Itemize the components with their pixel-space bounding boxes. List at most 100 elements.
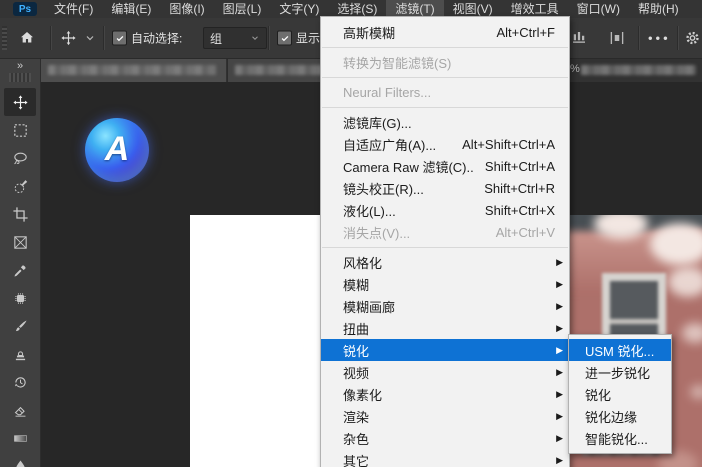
- eraser-tool[interactable]: [4, 396, 36, 424]
- menu-item-label: 液化(L)...: [343, 201, 473, 220]
- frame-tool-icon: [12, 234, 29, 251]
- menu-item-12: 消失点(V)... Alt+Ctrl+V: [321, 221, 569, 243]
- brush-tool[interactable]: [4, 312, 36, 340]
- filter-menu: 高斯模糊Alt+Ctrl+F转换为智能滤镜(S)Neural Filters..…: [320, 16, 570, 467]
- auto-select-target-dropdown[interactable]: 组: [203, 27, 267, 49]
- menubar-item-2[interactable]: 编辑(E): [102, 0, 160, 18]
- workspace-settings-button[interactable]: [684, 30, 701, 47]
- menu-item-label: 自适应广角(A)...: [343, 135, 450, 154]
- blur-tool-icon: [12, 458, 29, 467]
- blur-tool[interactable]: [4, 452, 36, 467]
- menu-item-label: 杂色: [343, 429, 548, 448]
- clone-stamp-tool-icon: [12, 346, 29, 363]
- eyedropper-tool[interactable]: [4, 256, 36, 284]
- submenu-arrow-icon: ▶: [556, 389, 563, 400]
- history-brush-tool[interactable]: [4, 368, 36, 396]
- quick-selection-tool[interactable]: [4, 172, 36, 200]
- menu-item-label: 模糊画廊: [343, 297, 548, 316]
- chevron-down-icon: [84, 32, 96, 44]
- menu-item-10[interactable]: 镜头校正(R)...Shift+Ctrl+R: [321, 177, 569, 199]
- menu-item-label: 风格化: [343, 253, 548, 272]
- lasso-tool[interactable]: [4, 144, 36, 172]
- brush-tool-icon: [12, 318, 29, 335]
- menu-separator: [322, 247, 568, 248]
- menu-item-16[interactable]: 模糊画廊 ▶: [321, 295, 569, 317]
- blossom: [668, 267, 702, 297]
- gradient-tool[interactable]: [4, 424, 36, 452]
- home-button[interactable]: [18, 29, 36, 47]
- zoom-percent-fragment: %: [570, 63, 580, 75]
- crop-tool[interactable]: [4, 200, 36, 228]
- tool-preset-move-button[interactable]: [60, 30, 77, 47]
- menu-separator: [322, 77, 568, 78]
- menu-item-label: 模糊: [343, 275, 548, 294]
- menubar-item-4[interactable]: 图层(L): [214, 0, 271, 18]
- clone-stamp-tool[interactable]: [4, 340, 36, 368]
- menu-item-3[interactable]: 锐化: [569, 383, 671, 405]
- menubar-item-10[interactable]: 窗口(W): [568, 0, 629, 18]
- menu-item-11[interactable]: 液化(L)...Shift+Ctrl+X: [321, 199, 569, 221]
- menu-item-4[interactable]: 锐化边缘: [569, 405, 671, 427]
- menu-item-label: 消失点(V)...: [343, 223, 484, 242]
- menu-separator: [322, 107, 568, 108]
- menu-item-21[interactable]: 渲染▶: [321, 405, 569, 427]
- separator: [268, 26, 270, 50]
- menu-item-label: USM 锐化...: [585, 341, 661, 360]
- menu-item-8[interactable]: 自适应广角(A)...Alt+Shift+Ctrl+A: [321, 133, 569, 155]
- menu-item-20[interactable]: 像素化▶: [321, 383, 569, 405]
- menubar-item-1[interactable]: 文件(F): [45, 0, 102, 18]
- spot-healing-brush-tool[interactable]: [4, 284, 36, 312]
- blossom: [650, 223, 702, 265]
- document-tab[interactable]: [227, 58, 331, 82]
- move-tool[interactable]: [4, 88, 36, 116]
- menu-item-shortcut: Alt+Ctrl+V: [496, 225, 555, 240]
- menu-item-label: 镜头校正(R)...: [343, 179, 472, 198]
- align-bottom-edges-button[interactable]: [570, 29, 588, 47]
- menu-item-15[interactable]: 模糊▶: [321, 273, 569, 295]
- sharpen-submenu: USM 锐化...进一步锐化锐化锐化边缘智能锐化...: [568, 334, 672, 454]
- menu-item-2[interactable]: 进一步锐化: [569, 361, 671, 383]
- eyedropper-tool-icon: [12, 262, 29, 279]
- more-options-button[interactable]: •••: [648, 31, 671, 46]
- distribute-horizontal-button[interactable]: [608, 29, 626, 47]
- menu-item-label: Neural Filters...: [343, 85, 555, 100]
- menubar-item-11[interactable]: 帮助(H): [629, 0, 688, 18]
- menu-item-5: Neural Filters...: [321, 81, 569, 103]
- tool-preset-chevron[interactable]: [84, 32, 96, 44]
- separator: [103, 26, 105, 50]
- menu-item-label: 高斯模糊: [343, 23, 484, 42]
- panel-grip: [2, 26, 7, 50]
- menu-item-5[interactable]: 智能锐化...: [569, 427, 671, 449]
- menu-item-1[interactable]: USM 锐化...: [569, 339, 671, 361]
- collapse-panel-button[interactable]: »: [17, 60, 21, 72]
- auto-select-label: 自动选择:: [131, 30, 182, 47]
- menu-item-label: 锐化边缘: [585, 407, 661, 426]
- submenu-arrow-icon: ▶: [556, 301, 563, 312]
- menu-item-22[interactable]: 杂色▶: [321, 427, 569, 449]
- rectangular-marquee-tool[interactable]: [4, 116, 36, 144]
- menu-item-label: Camera Raw 滤镜(C)...: [343, 157, 473, 176]
- quick-selection-tool-icon: [12, 178, 29, 195]
- menu-item-1[interactable]: 高斯模糊Alt+Ctrl+F: [321, 21, 569, 43]
- menu-item-23[interactable]: 其它▶: [321, 449, 569, 467]
- menu-item-17[interactable]: 扭曲▶: [321, 317, 569, 339]
- submenu-arrow-icon: ▶: [556, 411, 563, 422]
- submenu-arrow-icon: ▶: [556, 367, 563, 378]
- menu-item-18[interactable]: 锐化▶: [321, 339, 569, 361]
- menu-item-shortcut: Shift+Ctrl+A: [485, 159, 555, 174]
- document-tab-active[interactable]: [40, 58, 226, 82]
- menu-item-9[interactable]: Camera Raw 滤镜(C)... Shift+Ctrl+A: [321, 155, 569, 177]
- menu-item-7[interactable]: 滤镜库(G)...: [321, 111, 569, 133]
- menu-item-14[interactable]: 风格化▶: [321, 251, 569, 273]
- auto-select-checkbox[interactable]: [112, 31, 127, 46]
- gradient-tool-icon: [12, 430, 29, 447]
- menu-item-label: 视频: [343, 363, 548, 382]
- align-bottom-edges-icon: [570, 29, 588, 47]
- frame-tool[interactable]: [4, 228, 36, 256]
- chevron-down-icon: [250, 33, 260, 43]
- show-transform-checkbox[interactable]: [277, 31, 292, 46]
- separator: [638, 26, 640, 50]
- menubar-item-3[interactable]: 图像(I): [160, 0, 213, 18]
- menu-item-19[interactable]: 视频 ▶: [321, 361, 569, 383]
- censored-tab-title: [48, 65, 216, 75]
